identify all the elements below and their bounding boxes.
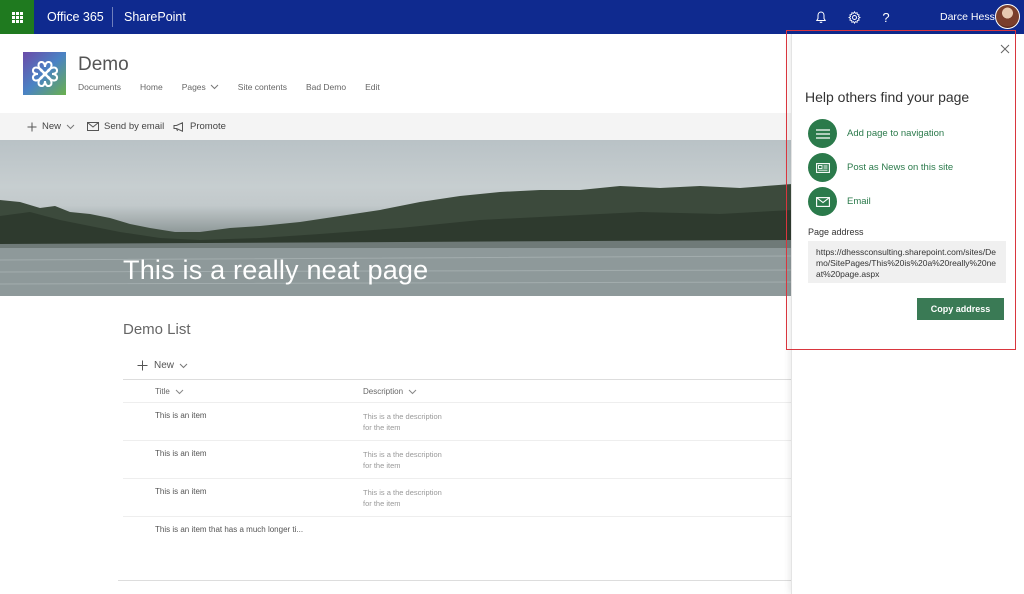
hero-banner: This is a really neat page [0, 140, 792, 296]
app-launcher-button[interactable] [0, 0, 34, 34]
page-title: This is a really neat page [123, 255, 429, 285]
help-button[interactable]: ? [877, 8, 895, 26]
table-row-title[interactable]: This is an item [155, 487, 207, 496]
nav-item-bad-demo[interactable]: Bad Demo [306, 82, 346, 92]
promote-label: Promote [190, 121, 226, 132]
suite-bar: Office 365 SharePoint ? Darce Hess [0, 0, 1024, 34]
table-row-description: This is a the description for the item [363, 487, 463, 509]
command-bar: New Send by email Promote [0, 113, 792, 140]
avatar[interactable] [995, 4, 1020, 29]
suite-divider [112, 7, 113, 27]
email-button[interactable]: Email [808, 187, 871, 216]
list-new-button[interactable]: New [137, 360, 194, 371]
column-header-title[interactable]: Title [155, 387, 184, 396]
table-row-title[interactable]: This is an item [155, 411, 207, 420]
column-header-description-label: Description [363, 387, 404, 396]
description-line: for the item [363, 461, 401, 470]
menu-lines-icon [815, 128, 830, 139]
chevron-down-icon [408, 389, 417, 394]
nav-item-pages-label: Pages [181, 82, 206, 92]
email-label: Email [847, 196, 871, 207]
plus-icon [137, 360, 148, 371]
copy-address-button[interactable]: Copy address [917, 298, 1004, 320]
description-line: This is a the description [363, 488, 442, 497]
action-icon-circle [808, 187, 837, 216]
new-button-label: New [42, 121, 62, 132]
new-button[interactable]: New [27, 121, 75, 132]
action-icon-circle [808, 119, 837, 148]
nav-item-home[interactable]: Home [140, 82, 163, 92]
site-title[interactable]: Demo [78, 54, 129, 76]
chevron-down-icon [175, 389, 184, 394]
description-line: This is a the description [363, 412, 442, 421]
list-new-label: New [154, 360, 175, 371]
notifications-button[interactable] [812, 8, 830, 26]
chevron-down-icon [179, 363, 188, 368]
row-divider [123, 440, 792, 441]
page-address-field[interactable]: https://dhessconsulting.sharepoint.com/s… [808, 241, 1006, 283]
bell-icon [815, 10, 827, 23]
close-panel-button[interactable] [999, 43, 1011, 55]
add-to-navigation-button[interactable]: Add page to navigation [808, 119, 944, 148]
app-launcher-icon [11, 11, 23, 23]
table-row-description: This is a the description for the item [363, 411, 463, 433]
list-bottom-divider [118, 580, 792, 581]
office365-brand-link[interactable]: Office 365 [47, 10, 104, 24]
action-icon-circle [808, 153, 837, 182]
gear-icon [847, 10, 861, 24]
column-header-title-label: Title [155, 387, 170, 396]
news-icon [815, 162, 830, 173]
nav-item-site-contents[interactable]: Site contents [238, 82, 287, 92]
table-row-title[interactable]: This is an item [155, 449, 207, 458]
chevron-down-icon [210, 84, 219, 90]
column-header-description[interactable]: Description [363, 387, 417, 396]
send-by-email-button[interactable]: Send by email [87, 121, 164, 132]
clover-logo-icon [31, 60, 58, 87]
description-line: for the item [363, 499, 401, 508]
settings-button[interactable] [845, 8, 863, 26]
row-divider [123, 402, 792, 403]
chevron-down-icon [66, 124, 75, 129]
table-row-title[interactable]: This is an item that has a much longer t… [155, 525, 303, 534]
nav-item-pages[interactable]: Pages [182, 82, 219, 92]
send-by-email-label: Send by email [104, 121, 165, 132]
page-address-label: Page address [808, 227, 864, 237]
help-icon: ? [882, 9, 890, 25]
list-header-divider [123, 379, 792, 380]
sharepoint-app-link[interactable]: SharePoint [124, 10, 186, 24]
table-row-description: This is a the description for the item [363, 449, 463, 471]
description-line: for the item [363, 423, 401, 432]
add-to-navigation-label: Add page to navigation [847, 128, 945, 139]
row-divider [123, 516, 792, 517]
site-navigation: Documents Home Pages Site contents Bad D… [78, 82, 399, 92]
post-as-news-label: Post as News on this site [847, 162, 954, 173]
promote-button[interactable]: Promote [173, 121, 226, 132]
nav-item-documents[interactable]: Documents [78, 82, 121, 92]
megaphone-icon [173, 121, 183, 132]
site-logo[interactable] [23, 52, 66, 95]
close-icon [1000, 44, 1010, 54]
mail-icon [87, 122, 99, 131]
user-name[interactable]: Darce Hess [940, 11, 995, 23]
row-divider [123, 478, 792, 479]
post-as-news-button[interactable]: Post as News on this site [808, 153, 953, 182]
nav-item-edit[interactable]: Edit [365, 82, 380, 92]
panel-title: Help others find your page [805, 89, 970, 105]
list-title[interactable]: Demo List [123, 321, 191, 338]
mail-icon [815, 196, 830, 207]
description-line: This is a the description [363, 450, 442, 459]
plus-icon [27, 122, 37, 131]
